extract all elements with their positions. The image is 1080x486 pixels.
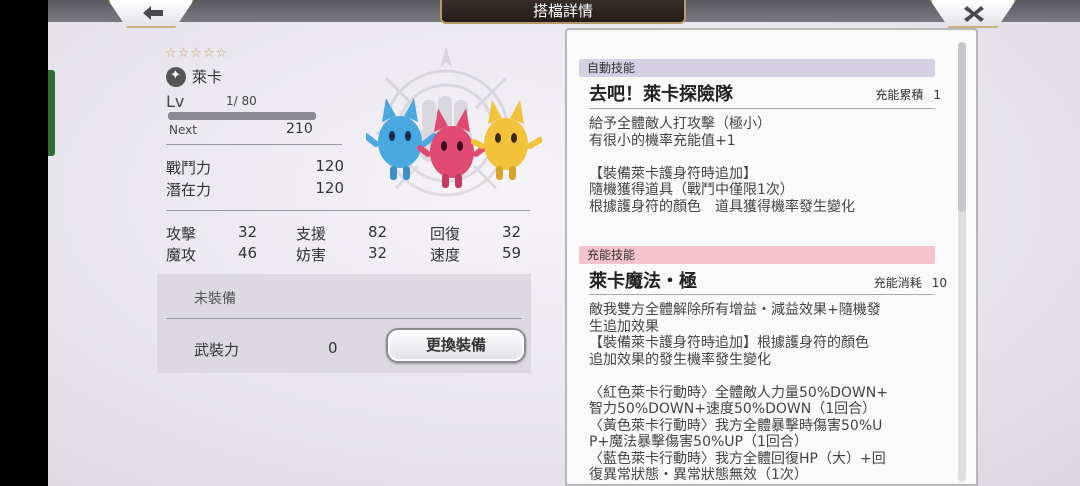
back-button[interactable] xyxy=(108,0,194,28)
divider xyxy=(589,294,935,295)
stat-value: 32 xyxy=(502,223,522,241)
rarity-stars: ☆☆☆☆☆ xyxy=(165,46,229,61)
charge-skill-description: 敵我雙方全體解除所有增益・減益效果+隨機發 生追加效果 【裝備萊卡護身符時追加】… xyxy=(589,302,888,483)
stat-value: 32 xyxy=(368,244,388,262)
stat-label: 回復 xyxy=(430,225,461,243)
character-art xyxy=(366,98,542,188)
scrollbar[interactable] xyxy=(958,42,966,482)
level-value: 1/ 80 xyxy=(226,94,257,108)
charge-skill-meta: 充能消耗 10 xyxy=(874,274,947,291)
back-arrow-icon xyxy=(143,6,163,20)
scroll-thumb[interactable] xyxy=(958,42,966,212)
element-icon xyxy=(166,66,186,87)
level-label: Lv xyxy=(166,92,185,111)
auto-skill-description: 給予全體敵人打攻擊（極小） 有很小的機率充能值+1 【裝備萊卡護身符時追加】 隨… xyxy=(589,116,855,215)
power-label: 戰鬥力 xyxy=(166,159,212,177)
potential-label: 潛在力 xyxy=(166,181,212,199)
armament-value: 0 xyxy=(328,339,338,357)
charge-cost-value: 10 xyxy=(931,276,947,290)
charge-accumulate-label: 充能累積 xyxy=(875,88,924,102)
stat-label: 速度 xyxy=(430,246,461,264)
side-tab[interactable] xyxy=(48,70,55,156)
close-icon xyxy=(964,6,984,22)
stat-label: 支援 xyxy=(296,225,327,243)
auto-skill-name: 去吧！萊卡探險隊 xyxy=(589,84,733,105)
auto-skill-tag: 自動技能 xyxy=(579,59,935,77)
change-equipment-button[interactable]: 更換裝備 xyxy=(386,328,526,363)
stat-value: 32 xyxy=(238,223,258,241)
charge-accumulate-value: 1 xyxy=(933,88,941,102)
character-name-row: 萊卡 xyxy=(166,66,222,87)
divider xyxy=(166,210,530,211)
potential-value: 120 xyxy=(315,179,344,197)
equipment-slot[interactable]: 未裝備 xyxy=(194,288,236,308)
stat-value: 82 xyxy=(368,223,388,241)
skill-list: 自動技能 去吧！萊卡探險隊 充能累積 1 給予全體敵人打攻擊（極小） 有很小的機率… xyxy=(579,30,951,486)
charge-cost-label: 充能消耗 xyxy=(873,276,922,290)
stat-label: 妨害 xyxy=(296,246,327,264)
stat-value: 59 xyxy=(502,244,522,262)
exp-bar xyxy=(168,112,316,120)
armament-label: 武裝力 xyxy=(194,341,240,359)
close-button[interactable] xyxy=(930,0,1016,28)
red-creature xyxy=(417,108,487,188)
character-name: 萊卡 xyxy=(192,68,223,86)
power-row: 戰鬥力 120 xyxy=(166,157,344,178)
page-title: 搭檔詳情 xyxy=(440,0,686,24)
blue-creature xyxy=(366,98,437,180)
divider xyxy=(589,108,935,109)
stat-label: 攻擊 xyxy=(166,225,197,243)
charge-skill-name: 萊卡魔法・極 xyxy=(589,271,697,292)
screen: 搭檔詳情 ☆☆☆☆☆ 萊卡 Lv 1/ 80 Next 210 戰鬥力 120 xyxy=(48,0,1080,486)
yellow-creature xyxy=(471,100,542,180)
divider xyxy=(166,144,342,145)
skill-panel[interactable]: 自動技能 去吧！萊卡探險隊 充能累積 1 給予全體敵人打攻擊（極小） 有很小的機率… xyxy=(565,28,978,486)
auto-skill-meta: 充能累積 1 xyxy=(875,86,941,103)
charge-skill-tag: 充能技能 xyxy=(579,246,935,264)
stat-label: 魔攻 xyxy=(166,246,197,264)
next-label: Next xyxy=(169,123,197,137)
next-value: 210 xyxy=(286,121,313,137)
stat-value: 46 xyxy=(238,244,258,262)
power-value: 120 xyxy=(315,157,344,175)
potential-row: 潛在力 120 xyxy=(166,179,344,200)
divider xyxy=(166,318,522,319)
